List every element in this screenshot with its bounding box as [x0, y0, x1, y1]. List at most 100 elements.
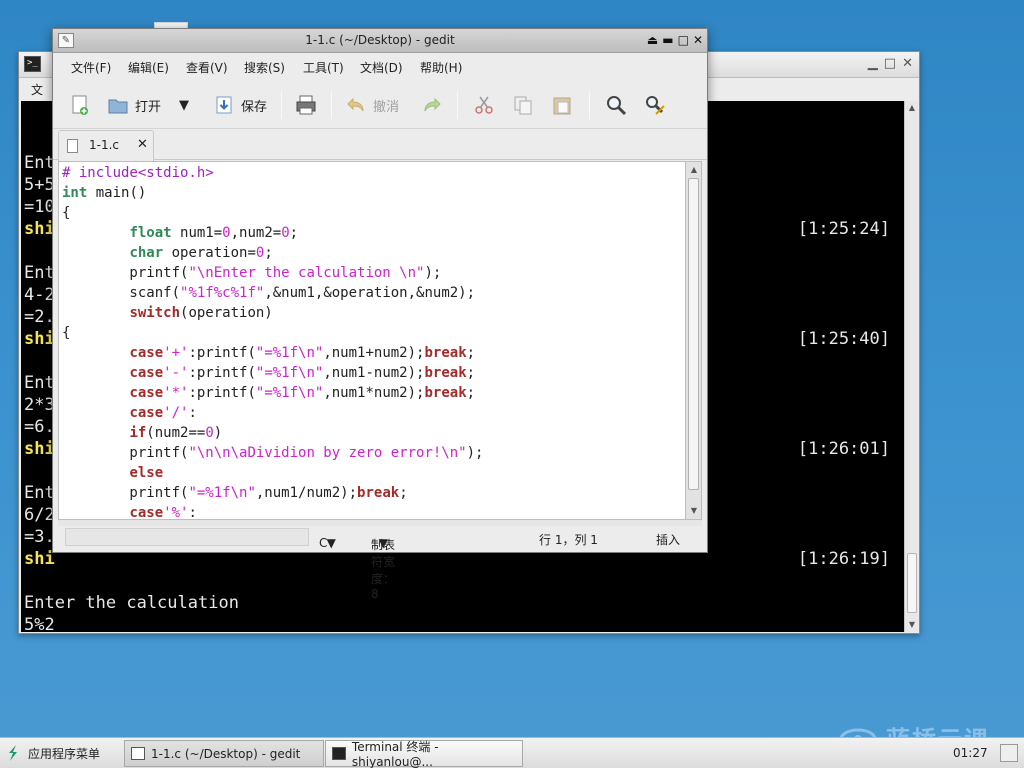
code-token: ,num1+num2); [323, 345, 425, 361]
undo-button-label: 撤消 [373, 99, 400, 115]
code-token: num1= [171, 225, 223, 241]
editor-scroll-thumb[interactable] [688, 178, 699, 490]
code-token: "\n\n\aDividion by zero error!\n" [188, 445, 467, 461]
code-token: else [129, 465, 164, 481]
terminal-line: =2. [24, 307, 55, 327]
minimize-icon[interactable]: ▬ [662, 32, 673, 48]
tab-close-icon[interactable]: ✕ [137, 137, 148, 152]
undo-button[interactable]: 撤消 [345, 91, 399, 119]
terminal-line: =10 [24, 197, 55, 217]
gedit-menubar: 文件(F) 编辑(E) 查看(V) 搜索(S) 工具(T) 文档(D) 帮助(H… [53, 54, 707, 78]
code-token: break [357, 485, 400, 501]
code-token: ); [424, 265, 442, 281]
terminal-scrollbar[interactable]: ▲ ▼ [904, 101, 918, 632]
copy-button[interactable] [512, 91, 534, 119]
code-line: case'*':printf("=%1f\n",num1*num2);break… [62, 383, 475, 403]
menu-search[interactable]: 搜索(S) [244, 59, 285, 76]
printer-icon [296, 95, 316, 115]
start-menu-button[interactable]: 应用程序菜单 [6, 744, 100, 762]
gedit-titlebar[interactable]: ✎ 1-1.c (~/Desktop) - gedit ⏏ ▬ □ ✕ [53, 29, 707, 53]
code-token: ); [466, 445, 484, 461]
chevron-down-icon: ▼ [179, 97, 189, 113]
find-replace-button[interactable] [644, 91, 666, 119]
editor-vertical-scrollbar[interactable]: ▲ ▼ [686, 161, 702, 520]
code-token: ,&num1,&operation,&num2); [264, 285, 476, 301]
taskbar-item-label: Terminal 终端 - shiyanlou@... [351, 740, 439, 768]
show-desktop-button[interactable] [1000, 744, 1018, 762]
terminal-line: shi [24, 439, 55, 459]
scroll-up-icon[interactable]: ▲ [689, 165, 699, 175]
find-button[interactable] [605, 91, 627, 119]
close-icon[interactable]: ✕ [902, 56, 913, 72]
tab-width-selector[interactable]: 制表符宽度：8 ▼ [371, 531, 395, 601]
code-token: 0 [222, 225, 231, 241]
terminal-scroll-thumb[interactable] [907, 553, 917, 613]
save-icon [216, 96, 232, 114]
menu-view[interactable]: 查看(V) [186, 59, 228, 76]
code-token: case [129, 345, 164, 361]
open-button-label: 打开 [135, 99, 162, 115]
menu-edit[interactable]: 编辑(E) [128, 59, 169, 76]
code-token: if [129, 425, 147, 441]
code-line: switch(operation) [62, 303, 272, 323]
code-line: case'-':printf("=%1f\n",num1-num2);break… [62, 363, 475, 383]
code-line: case'%': [62, 503, 196, 519]
code-editor[interactable]: # include<stdio.h> int main() { float num1… [58, 161, 686, 520]
copy-icon [514, 96, 532, 115]
code-token: "=%1f\n" [255, 385, 324, 401]
menu-file[interactable]: 文件(F) [71, 59, 111, 76]
menu-tools[interactable]: 工具(T) [303, 59, 344, 76]
code-token: int [62, 185, 88, 201]
shade-icon[interactable]: ⏏ [647, 32, 658, 48]
code-token: "=%1f\n" [188, 485, 256, 501]
menu-help[interactable]: 帮助(H) [420, 59, 462, 76]
terminal-menu-file[interactable]: 文 [31, 81, 43, 98]
code-token: ,num1*num2); [323, 385, 425, 401]
scroll-up-icon[interactable]: ▲ [907, 103, 917, 113]
code-line: else [62, 463, 163, 483]
tab-1-1-c[interactable]: 1-1.c ✕ [58, 130, 154, 161]
taskbar-item-terminal[interactable]: Terminal 终端 - shiyanlou@... [325, 740, 523, 768]
print-button[interactable] [295, 91, 317, 119]
redo-icon [424, 97, 441, 112]
code-token: printf( [62, 485, 189, 501]
open-recent-dropdown[interactable]: ▼ [179, 91, 189, 119]
code-token: :printf( [188, 385, 256, 401]
cursor-position: 行 1，列 1 [539, 533, 598, 547]
code-line: float num1=0,num2=0; [62, 223, 298, 243]
cut-button[interactable] [473, 91, 495, 119]
minimize-icon[interactable]: ▁ [868, 56, 878, 72]
open-button[interactable]: 打开 [107, 91, 161, 119]
save-button[interactable]: 保存 [213, 91, 267, 119]
clock[interactable]: 01:27 [953, 746, 988, 760]
code-line: { [62, 323, 70, 343]
code-token: printf( [62, 445, 189, 461]
code-token: 0 [281, 225, 290, 241]
chevron-down-icon: ▼ [326, 536, 336, 550]
maximize-icon[interactable]: □ [884, 56, 896, 72]
scroll-down-icon[interactable]: ▼ [689, 506, 699, 516]
code-token: :printf( [188, 345, 256, 361]
code-token: break [424, 365, 467, 381]
terminal-line: Ent [24, 483, 55, 503]
code-token: ,num1/num2); [255, 485, 358, 501]
taskbar-item-gedit[interactable]: 1-1.c (~/Desktop) - gedit [124, 740, 324, 767]
code-token: break [424, 345, 467, 361]
code-token: (num2== [146, 425, 206, 441]
gedit-toolbar: 打开 ▼ 保存 撤消 [53, 79, 707, 129]
new-document-button[interactable] [69, 91, 91, 119]
paste-button[interactable] [551, 91, 573, 119]
scroll-down-icon[interactable]: ▼ [907, 620, 917, 630]
gedit-statusbar: C ▼ 制表符宽度：8 ▼ 行 1，列 1 插入 [53, 526, 707, 601]
redo-button[interactable] [421, 91, 443, 119]
language-selector[interactable]: C ▼ [319, 531, 336, 550]
terminal-line: shi [24, 329, 55, 349]
taskbar: 应用程序菜单 1-1.c (~/Desktop) - gedit Termina… [0, 737, 1024, 768]
close-icon[interactable]: ✕ [693, 32, 703, 48]
code-token: : [188, 405, 197, 421]
code-line: scanf("%1f%c%1f",&num1,&operation,&num2)… [62, 283, 475, 303]
menu-documents[interactable]: 文档(D) [360, 59, 403, 76]
maximize-icon[interactable]: □ [678, 32, 689, 48]
